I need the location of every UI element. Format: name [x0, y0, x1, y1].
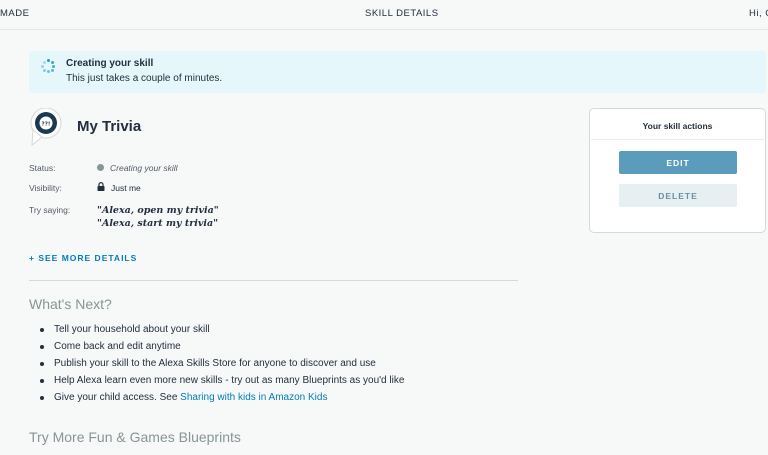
- trivia-speech-bubble-icon: ??!: [30, 108, 62, 146]
- whats-next-list: Tell your household about your skill Com…: [40, 324, 404, 409]
- lock-icon: [97, 182, 105, 191]
- sharing-with-kids-link[interactable]: Sharing with kids in Amazon Kids: [180, 392, 327, 403]
- nav-link-made[interactable]: MADE: [0, 8, 29, 19]
- page-title: SKILL DETAILS: [365, 8, 439, 19]
- creating-skill-banner: Creating your skill This just takes a co…: [29, 51, 766, 93]
- visibility-value: Just me: [111, 183, 141, 193]
- skill-actions-card: Your skill actions EDIT DELETE: [589, 108, 766, 233]
- more-blueprints-heading: Try More Fun & Games Blueprints: [29, 429, 241, 445]
- visibility-label: Visibility:: [29, 183, 62, 193]
- loading-spinner-icon: [41, 59, 55, 73]
- list-item: Publish your skill to the Alexa Skills S…: [40, 358, 404, 375]
- skill-name: My Trivia: [77, 118, 142, 135]
- list-item: Come back and edit anytime: [40, 341, 404, 358]
- banner-title: Creating your skill: [66, 58, 154, 69]
- try-saying-phrase: "Alexa, start my trivia": [97, 218, 219, 229]
- whats-next-heading: What's Next?: [29, 296, 112, 312]
- card-divider: [591, 139, 764, 140]
- skill-actions-title: Your skill actions: [642, 121, 713, 131]
- status-label: Status:: [29, 163, 56, 173]
- try-saying-phrase: "Alexa, open my trivia": [97, 205, 219, 216]
- status-value: Creating your skill: [110, 163, 178, 173]
- skill-icon-text: ??!: [42, 121, 51, 127]
- see-more-details-link[interactable]: + SEE MORE DETAILS: [29, 253, 137, 263]
- try-saying-label: Try saying:: [29, 205, 71, 215]
- banner-subtitle: This just takes a couple of minutes.: [66, 73, 223, 84]
- edit-button[interactable]: EDIT: [619, 151, 737, 174]
- delete-button[interactable]: DELETE: [619, 184, 737, 207]
- list-item: Tell your household about your skill: [40, 324, 404, 341]
- user-greeting[interactable]: Hi, C: [749, 8, 768, 19]
- top-nav-bar: MADE SKILL DETAILS Hi, C: [0, 0, 768, 30]
- list-item-kids-access: Give your child access. See Sharing with…: [40, 392, 404, 409]
- status-indicator-icon: [97, 164, 104, 171]
- section-divider: [29, 280, 518, 281]
- kids-item-text: Give your child access. See: [54, 392, 181, 403]
- list-item: Help Alexa learn even more new skills - …: [40, 375, 404, 392]
